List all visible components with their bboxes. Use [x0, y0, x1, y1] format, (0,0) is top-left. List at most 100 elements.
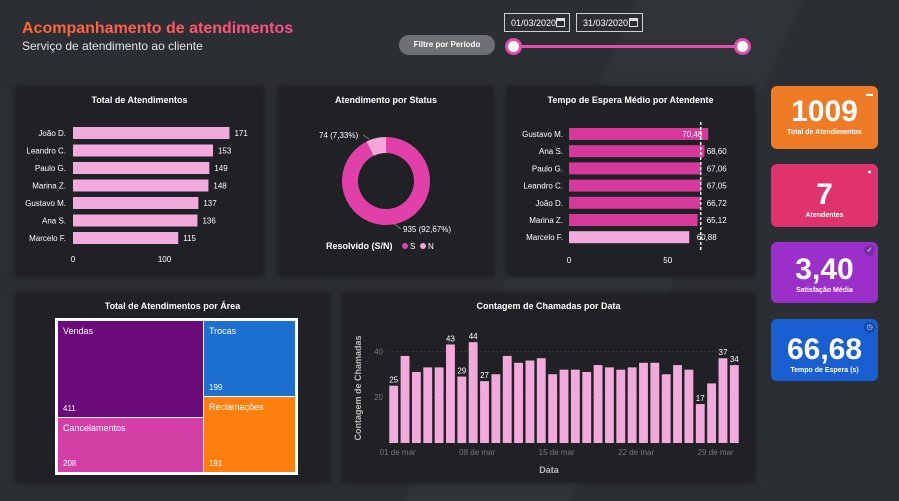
filter-period-button[interactable]: Filtre por Período	[399, 35, 495, 55]
data-label: 66,72	[707, 199, 728, 208]
bar	[434, 367, 444, 443]
bar	[627, 367, 637, 443]
status-card: Atendimento por Status 74 (7,33%) 935 (92…	[279, 87, 493, 276]
bar	[73, 162, 210, 174]
bar	[446, 344, 455, 443]
category-label: Marina Z.	[32, 182, 66, 191]
treemap-cell-trocas[interactable]: Trocas 199	[204, 321, 295, 396]
calendar-icon[interactable]	[556, 18, 565, 27]
bar	[569, 145, 705, 158]
bar	[423, 367, 433, 443]
kpi-total-atendimentos: ▬ 1009 Total de Atendimentos	[771, 86, 878, 149]
kpi-value: 66,68	[786, 333, 863, 366]
x-tick-label: 08 de mar	[459, 448, 495, 457]
data-label: 27	[480, 371, 489, 380]
donut-slice-N	[366, 137, 387, 157]
treemap-cell-vendas[interactable]: Vendas 411	[58, 321, 203, 417]
kpi-label: Tempo de Espera (s)	[790, 367, 859, 374]
data-label: 149	[214, 164, 228, 173]
data-label: 115	[183, 234, 196, 243]
bar	[525, 360, 535, 443]
y-tick-label: 40	[374, 347, 383, 356]
date-from-input[interactable]: 01/03/2020	[504, 13, 570, 32]
data-label: 67,05	[707, 182, 728, 191]
status-donut-chart: 74 (7,33%) 935 (92,67%) Resolvido (S/N) S N	[319, 131, 451, 251]
data-label: 148	[213, 182, 227, 191]
data-label: 17	[696, 394, 705, 403]
treemap-value: 208	[63, 459, 77, 468]
kpi-value: 3,40	[795, 253, 854, 286]
chamadas-card: Contagem de Chamadas por Data 20 40 25 43 29…	[343, 293, 754, 482]
category-label: Ana S.	[42, 217, 66, 226]
category-label: Ana S.	[539, 147, 563, 156]
x-axis-title: Data	[539, 465, 560, 475]
bar	[457, 376, 467, 443]
bar	[73, 197, 199, 209]
bar	[570, 369, 580, 443]
kpi-atendentes: ● 7 Atendentes	[771, 164, 878, 227]
bar	[468, 342, 478, 443]
x-tick-label: 0	[567, 256, 572, 265]
kpi-label: Satisfação Média	[796, 287, 853, 294]
kpi-tempo-espera: ◷ 66,68 Tempo de Espera (s)	[771, 319, 878, 381]
treemap-label: Trocas	[209, 326, 237, 336]
data-label: 67,06	[707, 164, 728, 173]
legend-label: S	[410, 242, 415, 251]
date-range-slider[interactable]	[513, 45, 742, 48]
bar	[514, 362, 524, 443]
bar	[480, 381, 489, 443]
slice-label: 935 (92,67%)	[403, 225, 451, 234]
data-label: 37	[719, 348, 728, 357]
slider-end-handle[interactable]	[734, 38, 751, 55]
bar	[569, 179, 702, 192]
bar	[389, 385, 399, 443]
slider-start-handle[interactable]	[505, 38, 522, 55]
bar	[502, 355, 512, 443]
kpi-label: Total de Atendimentos	[787, 129, 862, 136]
category-label: Marina Z.	[529, 216, 563, 225]
bar	[684, 369, 694, 443]
calendar-icon[interactable]	[629, 18, 638, 27]
treemap-label: Cancelamentos	[63, 423, 126, 433]
date-from-value: 01/03/2020	[511, 18, 557, 28]
bar	[73, 144, 213, 157]
x-tick-label: 29 de mar	[698, 448, 734, 457]
bar	[411, 371, 421, 443]
slice-label: 74 (7,33%)	[319, 131, 358, 140]
kpi-satisfacao: ✓ 3,40 Satisfação Média	[771, 242, 878, 303]
data-label: 171	[234, 129, 248, 138]
category-label: Leandro C.	[523, 182, 563, 191]
legend-marker	[420, 243, 426, 249]
data-label: 136	[202, 217, 216, 226]
category-label: João D.	[38, 129, 66, 138]
category-label: Marcelo F.	[526, 233, 563, 242]
tempo-espera-chart: Gustavo M. 70,48 Ana S. 68,60 Paulo G. 67,06 L…	[522, 122, 728, 265]
x-tick-label: 22 de mar	[618, 448, 654, 457]
data-label: 29	[457, 367, 466, 376]
data-label: 68,60	[707, 147, 728, 156]
bar	[673, 365, 682, 443]
bar	[604, 367, 614, 443]
page-subtitle: Serviço de atendimento ao cliente	[22, 39, 203, 53]
category-label: João D.	[535, 199, 563, 208]
treemap-cell-cancelamentos[interactable]: Cancelamentos 208	[58, 418, 203, 472]
bar	[582, 371, 592, 443]
data-label: 70,48	[682, 130, 703, 139]
total-atendimentos-chart: João D. 171 Leandro C. 153 Paulo G. 149 Marina…	[25, 127, 248, 264]
kpi-value: 1009	[791, 95, 858, 128]
treemap-label: Reclamações	[209, 402, 264, 412]
chat-icon: ▬	[866, 91, 873, 98]
treemap-value: 191	[209, 459, 223, 468]
leader-line	[362, 134, 370, 140]
bar	[616, 369, 626, 443]
date-to-input[interactable]: 31/03/2020	[576, 13, 643, 32]
bar	[536, 358, 546, 443]
treemap-cell-reclamacoes[interactable]: Reclamações 191	[204, 397, 295, 472]
category-label: Paulo G.	[35, 164, 66, 173]
legend-title: Resolvido (S/N)	[326, 241, 393, 251]
total-atendimentos-card: Total de Atendimentos João D. 171 Leandro …	[16, 87, 263, 276]
data-label: 137	[203, 199, 217, 208]
bar	[593, 365, 603, 443]
kpi-value: 7	[816, 178, 833, 211]
bar	[729, 365, 739, 443]
